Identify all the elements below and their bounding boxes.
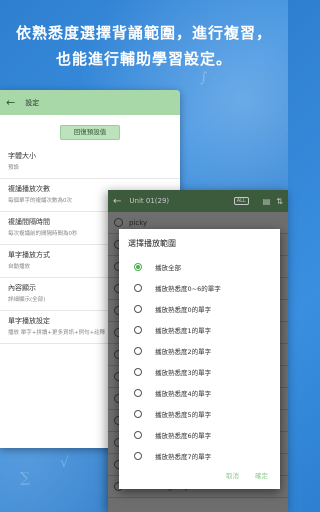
radio-icon[interactable] — [134, 304, 142, 313]
sort-icon[interactable]: ⇅ — [276, 197, 283, 206]
setting-font-size[interactable]: 字體大小 預設 — [0, 146, 180, 179]
cards-icon[interactable]: ▤ — [263, 197, 271, 206]
dialog-title: 選擇播放範圍 — [128, 239, 176, 248]
play-range-dialog: 選擇播放範圍 播放全部 播放熟悉度0~6的單字 播放熟悉度0的單字 播放熟悉度1… — [119, 229, 280, 489]
settings-title: 設定 — [25, 98, 40, 107]
setting-desc: 預設 — [8, 165, 20, 171]
cancel-button[interactable]: 取消 — [226, 470, 239, 480]
unit-title: Unit 01(29) — [129, 197, 170, 205]
radio-icon[interactable] — [134, 430, 142, 439]
range-option-2[interactable]: 播放熟悉度2的單字 — [119, 340, 280, 361]
option-label: 播放熟悉度0~6的單字 — [155, 284, 221, 293]
option-label: 播放熟悉度7的單字 — [155, 452, 212, 461]
range-option-0[interactable]: 播放熟悉度0的單字 — [119, 298, 280, 319]
option-label: 播放熟悉度0的單字 — [155, 305, 212, 314]
back-arrow-icon[interactable]: ← — [6, 96, 15, 109]
settings-appbar: ← 設定 — [0, 90, 180, 115]
dialog-actions: 取消 確定 — [226, 470, 268, 480]
range-option-5[interactable]: 播放熟悉度5的單字 — [119, 403, 280, 424]
option-label: 播放熟悉度3的單字 — [155, 368, 212, 377]
back-arrow-icon[interactable]: ← — [113, 196, 121, 207]
option-label: 播放熟悉度4的單字 — [155, 389, 212, 398]
promo-headline: 依熟悉度選擇背誦範圍，進行複習， 也能進行輔助學習設定。 — [0, 20, 288, 72]
word-text: picky — [129, 218, 148, 227]
radio-icon[interactable] — [134, 325, 142, 334]
range-option-all[interactable]: 播放全部 — [119, 256, 280, 277]
range-option-1[interactable]: 播放熟悉度1的單字 — [119, 319, 280, 340]
math-decoration: ∫ — [200, 70, 208, 86]
option-label: 播放熟悉度5的單字 — [155, 410, 212, 419]
ok-button[interactable]: 確定 — [255, 470, 268, 480]
math-decoration: ∑ — [20, 470, 30, 486]
option-label: 播放熟悉度2的單字 — [155, 347, 212, 356]
wordlist-topbar: ← Unit 01(29) ALL ▤ ⇅ — [108, 190, 288, 212]
radio-icon[interactable] — [134, 451, 142, 460]
radio-icon[interactable] — [134, 409, 142, 418]
option-label: 播放熟悉度1的單字 — [155, 326, 212, 335]
range-option-0-6[interactable]: 播放熟悉度0~6的單字 — [119, 277, 280, 298]
radio-icon[interactable] — [134, 388, 142, 397]
headline-line-2: 也能進行輔助學習設定。 — [55, 50, 232, 68]
radio-icon[interactable] — [134, 367, 142, 376]
range-option-4[interactable]: 播放熟悉度4的單字 — [119, 382, 280, 403]
all-filter-badge[interactable]: ALL — [233, 197, 249, 205]
restore-defaults-button[interactable]: 回復預設值 — [60, 125, 120, 140]
range-option-3[interactable]: 播放熟悉度3的單字 — [119, 361, 280, 382]
familiarity-circle-icon — [114, 218, 123, 227]
range-option-6[interactable]: 播放熟悉度6的單字 — [119, 424, 280, 445]
range-option-7[interactable]: 播放熟悉度7的單字 — [119, 445, 280, 466]
headline-line-1: 依熟悉度選擇背誦範圍，進行複習， — [15, 24, 272, 42]
radio-selected-icon[interactable] — [134, 262, 142, 271]
radio-icon[interactable] — [134, 283, 142, 292]
setting-title: 字體大小 — [8, 152, 36, 160]
option-label: 播放熟悉度6的單字 — [155, 431, 212, 440]
radio-icon[interactable] — [134, 346, 142, 355]
option-label: 播放全部 — [155, 263, 181, 272]
math-decoration: √ — [60, 455, 69, 471]
